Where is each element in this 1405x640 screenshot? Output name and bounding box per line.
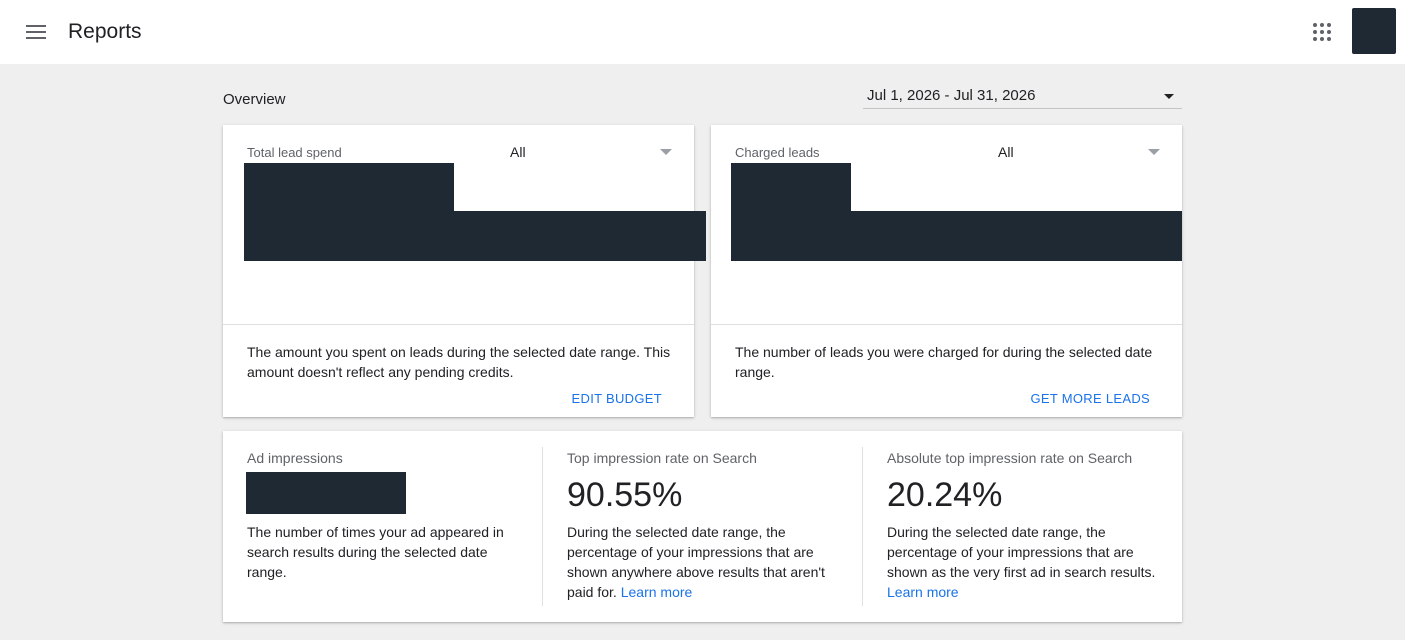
metric-value: 20.24% — [887, 476, 1003, 514]
charged-leads-filter-select[interactable]: All — [998, 143, 1162, 163]
impressions-card: Ad impressions The number of times your … — [223, 431, 1182, 622]
ad-impressions-metric: Ad impressions The number of times your … — [223, 431, 543, 622]
card-divider — [223, 324, 694, 325]
top-app-bar: Reports — [0, 0, 1405, 64]
redacted-value — [731, 163, 851, 211]
filter-value: All — [998, 144, 1014, 160]
apps-grid-icon[interactable] — [1313, 23, 1331, 41]
redacted-value — [244, 163, 454, 211]
card-label: Charged leads — [735, 145, 820, 160]
redacted-value — [246, 472, 406, 514]
dropdown-arrow-icon — [1148, 149, 1160, 155]
description-text: During the selected date range, the perc… — [887, 524, 1156, 580]
metric-description: The number of times your ad appeared in … — [247, 524, 504, 580]
redacted-chart — [244, 211, 706, 261]
redacted-chart — [731, 211, 1182, 261]
learn-more-link[interactable]: Learn more — [621, 584, 693, 600]
metric-description: During the selected date range, the perc… — [887, 522, 1157, 602]
card-description: The amount you spent on leads during the… — [247, 344, 671, 380]
menu-icon[interactable] — [26, 24, 46, 40]
absolute-top-impression-rate-metric: Absolute top impression rate on Search 2… — [863, 431, 1182, 622]
charged-leads-card: Charged leads All The number of leads yo… — [711, 125, 1182, 417]
lead-spend-filter-select[interactable]: All — [510, 143, 674, 163]
card-label: Total lead spend — [247, 145, 342, 160]
metric-label: Ad impressions — [247, 450, 343, 466]
account-avatar[interactable] — [1352, 8, 1396, 54]
date-range-select[interactable]: Jul 1, 2026 - Jul 31, 2026 — [863, 85, 1182, 109]
edit-budget-button[interactable]: EDIT BUDGET — [572, 391, 662, 406]
metric-label: Top impression rate on Search — [567, 450, 757, 466]
top-impression-rate-metric: Top impression rate on Search 90.55% Dur… — [543, 431, 863, 622]
card-divider — [711, 324, 1182, 325]
total-lead-spend-card: Total lead spend All The amount you spen… — [223, 125, 706, 417]
page-title: Reports — [68, 20, 142, 43]
metric-description: During the selected date range, the perc… — [567, 522, 837, 602]
dropdown-arrow-icon — [660, 149, 672, 155]
date-range-value: Jul 1, 2026 - Jul 31, 2026 — [867, 87, 1036, 104]
learn-more-link[interactable]: Learn more — [887, 584, 959, 600]
dropdown-arrow-icon — [1164, 94, 1174, 99]
description-text: During the selected date range, the perc… — [567, 524, 825, 600]
filter-value: All — [510, 144, 526, 160]
metric-label: Absolute top impression rate on Search — [887, 450, 1133, 466]
overview-title: Overview — [223, 91, 286, 108]
metric-value: 90.55% — [567, 476, 683, 514]
get-more-leads-button[interactable]: GET MORE LEADS — [1030, 391, 1150, 406]
card-description: The number of leads you were charged for… — [735, 344, 1153, 380]
